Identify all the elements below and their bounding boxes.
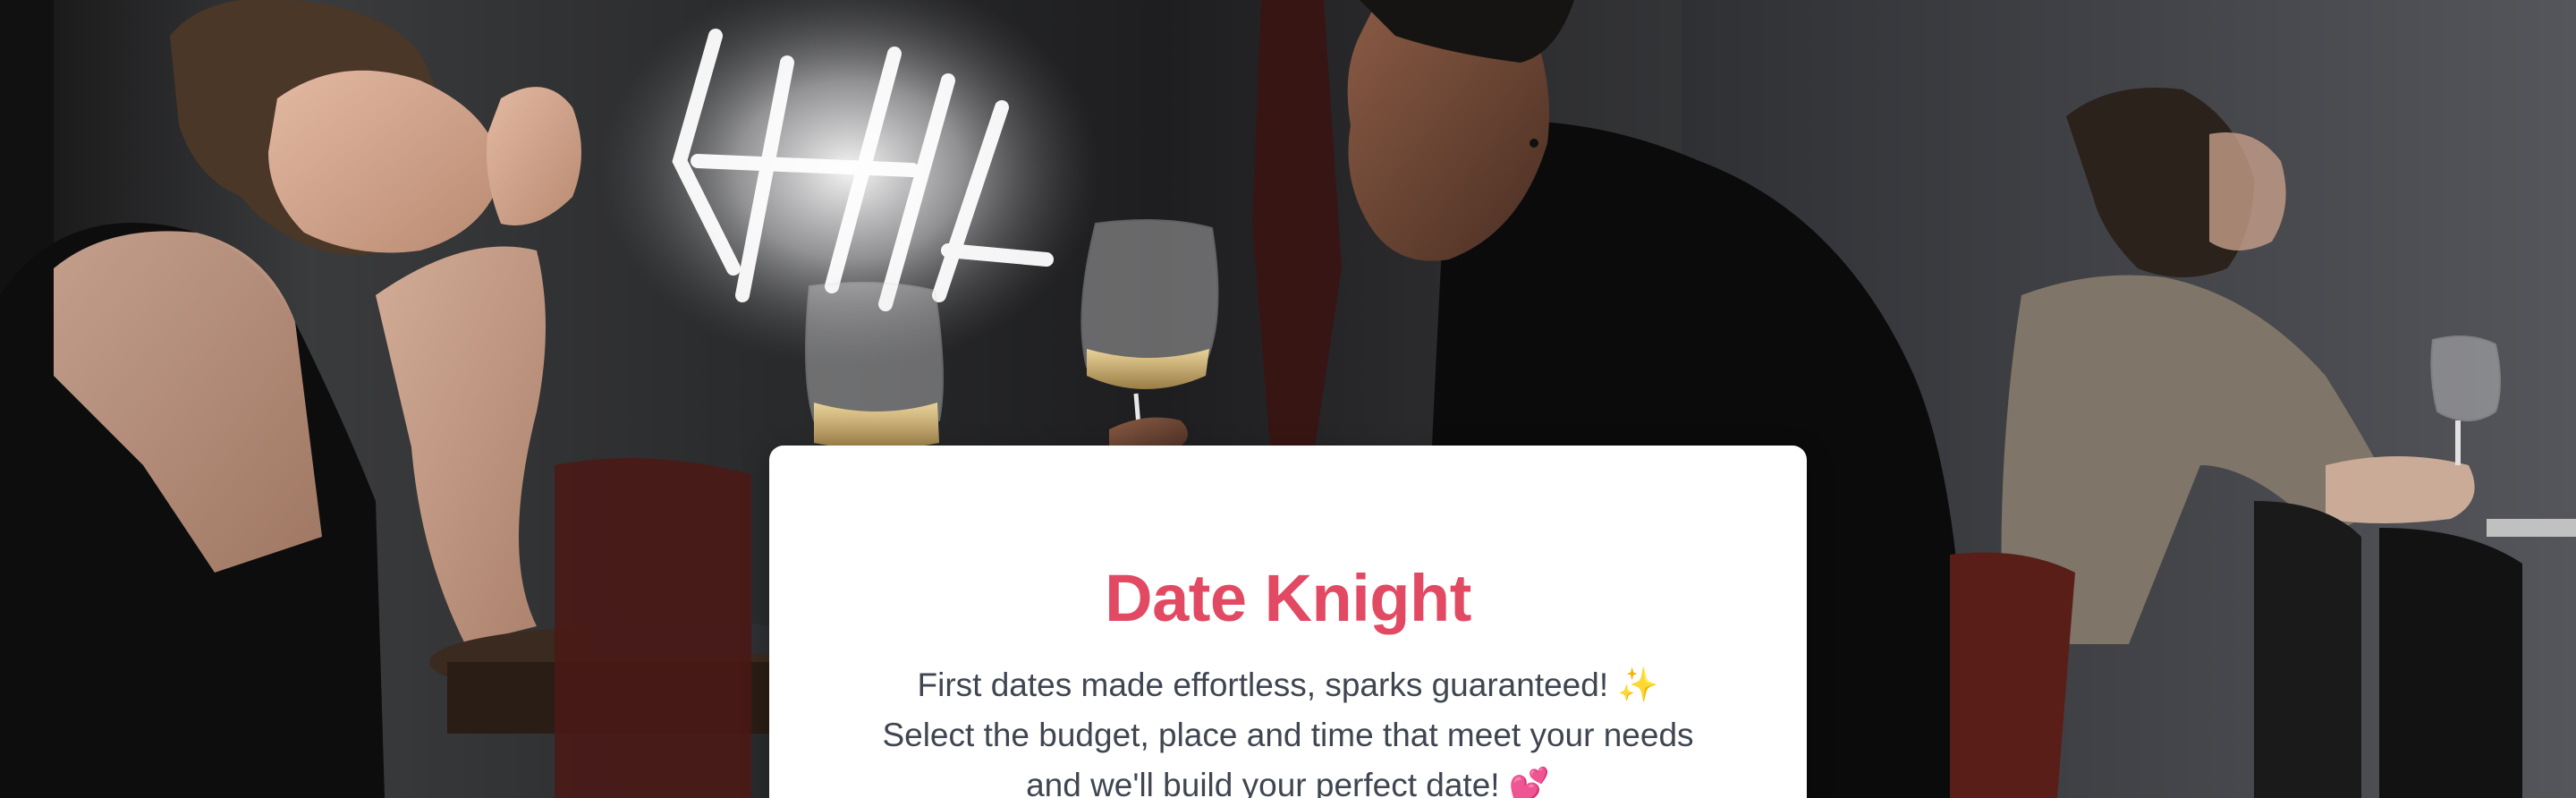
tagline: First dates made effortless, sparks guar… xyxy=(769,660,1807,798)
tagline-line-1: First dates made effortless, sparks guar… xyxy=(917,666,1659,703)
intro-card: Date Knight First dates made effortless,… xyxy=(769,446,1807,798)
tagline-line-2: Select the budget, place and time that m… xyxy=(882,717,1694,753)
tagline-line-3: and we'll build your perfect date! 💕 xyxy=(1026,767,1550,798)
landing-page: Date Knight First dates made effortless,… xyxy=(0,0,2576,798)
app-title: Date Knight xyxy=(1105,561,1471,635)
